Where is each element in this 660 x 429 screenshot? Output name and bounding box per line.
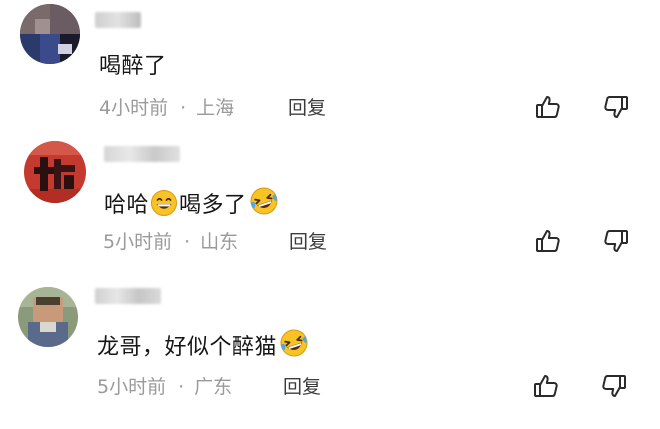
- comment-location: 上海: [196, 97, 235, 119]
- username-blurred[interactable]: [95, 12, 141, 28]
- comment-text: 喝醉了: [99, 52, 167, 82]
- thumbs-down-icon[interactable]: [602, 227, 630, 255]
- comment-text-segment: 哈哈: [104, 193, 150, 218]
- comment-item: 喝醉了 4小时前 · 上海 回复: [0, 0, 660, 135]
- thumbs-down-icon[interactable]: [602, 93, 630, 121]
- username-blurred[interactable]: [95, 288, 161, 304]
- comment-text-segment: 龙哥，好似个醉猫: [97, 335, 278, 360]
- meta-separator: ·: [178, 376, 185, 398]
- reply-button[interactable]: 回复: [289, 230, 327, 254]
- thumbs-up-icon[interactable]: [534, 93, 562, 121]
- comment-item: 哈哈 喝多了 5小时前 · 山东 回复: [0, 135, 660, 275]
- rolling-laughing-face-emoji: [248, 185, 280, 226]
- meta-separator: ·: [180, 97, 187, 119]
- reply-button[interactable]: 回复: [283, 375, 321, 399]
- avatar[interactable]: [18, 287, 78, 347]
- avatar[interactable]: [24, 141, 86, 203]
- comment-text-segment: 喝多了: [179, 193, 247, 218]
- comment-location: 广东: [194, 376, 233, 398]
- comment-meta: 5小时前 · 广东: [97, 375, 232, 399]
- comment-text-segment: 喝醉了: [99, 54, 167, 79]
- username-blurred[interactable]: [104, 146, 180, 162]
- thumbs-down-icon[interactable]: [600, 372, 628, 400]
- comment-time: 4小时前: [99, 97, 169, 119]
- thumbs-up-icon[interactable]: [532, 372, 560, 400]
- comment-text: 龙哥，好似个醉猫: [97, 327, 311, 368]
- comment-item: 龙哥，好似个醉猫 5小时前 · 广东 回复: [0, 275, 660, 429]
- reply-button[interactable]: 回复: [288, 96, 326, 120]
- avatar[interactable]: [20, 4, 80, 64]
- grinning-face-emoji: [150, 189, 178, 226]
- comment-time: 5小时前: [103, 231, 173, 253]
- comment-meta: 4小时前 · 上海: [99, 96, 234, 120]
- comment-meta: 5小时前 · 山东: [103, 230, 238, 254]
- rolling-laughing-face-emoji: [278, 327, 310, 368]
- comment-location: 山东: [200, 231, 239, 253]
- meta-separator: ·: [184, 231, 191, 253]
- comment-time: 5小时前: [97, 376, 167, 398]
- comment-text: 哈哈 喝多了: [104, 185, 281, 226]
- thumbs-up-icon[interactable]: [534, 227, 562, 255]
